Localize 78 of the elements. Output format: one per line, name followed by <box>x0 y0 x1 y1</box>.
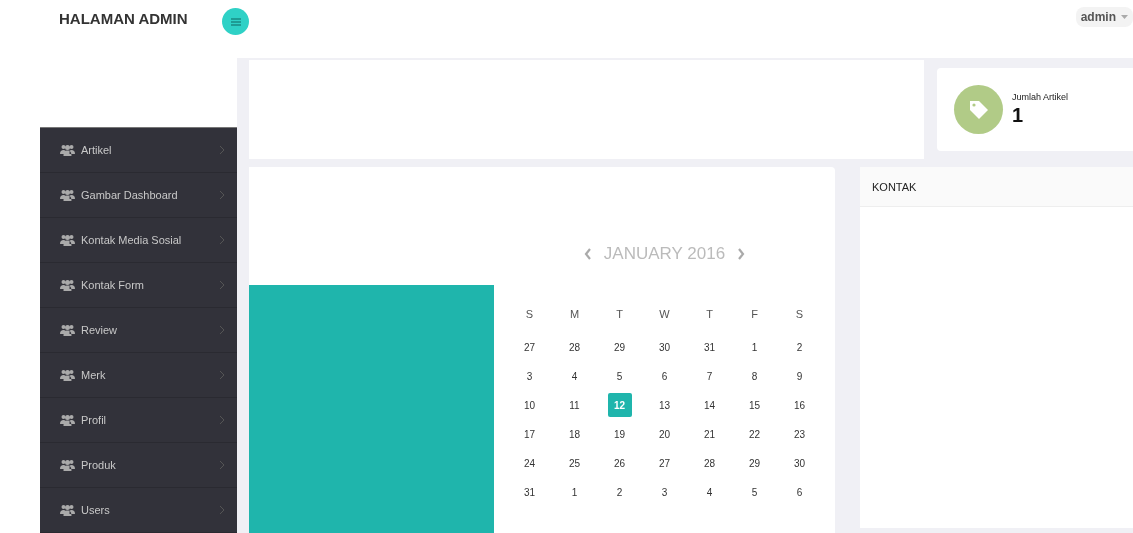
stat-value: 1 <box>1012 104 1025 127</box>
next-icon[interactable] <box>737 248 746 260</box>
stat-label: Jumlah Artikel <box>1012 92 1069 102</box>
calendar-day[interactable]: 18 <box>562 422 587 446</box>
users-icon <box>60 414 75 426</box>
weekday-label: S <box>525 308 534 322</box>
panel-title: KONTAK <box>872 180 917 193</box>
calendar-day[interactable]: 15 <box>742 393 767 417</box>
chevron-right-icon <box>219 370 225 380</box>
calendar-day[interactable]: 16 <box>787 393 812 417</box>
calendar-day[interactable]: 13 <box>652 393 677 417</box>
calendar-day[interactable]: 3 <box>517 364 542 388</box>
user-menu[interactable]: admin <box>1075 7 1133 27</box>
weekday-label: S <box>795 308 804 322</box>
users-icon <box>60 189 75 201</box>
users-icon <box>60 144 75 156</box>
caret-icon <box>1121 15 1128 19</box>
menu-toggle-button[interactable] <box>222 8 249 35</box>
calendar-day[interactable]: 10 <box>517 393 542 417</box>
weekday-label: M <box>569 308 580 322</box>
chevron-right-icon <box>219 280 225 290</box>
users-icon <box>60 279 75 291</box>
calendar-day[interactable]: 23 <box>787 422 812 446</box>
users-icon <box>60 504 75 516</box>
calendar-day[interactable]: 5 <box>607 364 632 388</box>
calendar-day[interactable]: 2 <box>787 335 812 359</box>
calendar-day[interactable]: 11 <box>562 393 587 417</box>
weekday-label: T <box>706 308 713 322</box>
users-icon <box>60 234 75 246</box>
calendar-day[interactable]: 19 <box>607 422 632 446</box>
menu-icon <box>230 17 241 26</box>
calendar-day[interactable]: 21 <box>697 422 722 446</box>
calendar-day[interactable]: 6 <box>787 480 812 504</box>
calendar-day[interactable]: 24 <box>517 451 542 475</box>
tag-icon <box>954 85 1003 134</box>
calendar-day[interactable]: 17 <box>517 422 542 446</box>
users-icon <box>60 459 75 471</box>
calendar-day[interactable]: 6 <box>652 364 677 388</box>
chevron-right-icon <box>219 145 225 155</box>
calendar-day[interactable]: 31 <box>697 335 722 359</box>
calendar-day[interactable]: 8 <box>742 364 767 388</box>
weekday-label: F <box>751 308 758 322</box>
calendar-day[interactable]: 2 <box>607 480 632 504</box>
chevron-right-icon <box>219 190 225 200</box>
calendar-day[interactable]: 30 <box>652 335 677 359</box>
month-title: JANUARY 2016 <box>603 244 726 264</box>
users-icon <box>60 369 75 381</box>
previous-icon[interactable] <box>583 248 592 260</box>
calendar-day[interactable]: 4 <box>697 480 722 504</box>
weekday-label: W <box>659 308 670 322</box>
calendar-day[interactable]: 1 <box>742 335 767 359</box>
app-title: HALAMAN ADMIN <box>59 10 189 27</box>
calendar-day[interactable]: 3 <box>652 480 677 504</box>
calendar-day[interactable]: 31 <box>517 480 542 504</box>
chevron-right-icon <box>219 460 225 470</box>
chevron-right-icon <box>219 505 225 515</box>
calendar-day[interactable]: 30 <box>787 451 812 475</box>
calendar-day[interactable]: 28 <box>562 335 587 359</box>
calendar-day[interactable]: 25 <box>562 451 587 475</box>
calendar-day[interactable]: 14 <box>697 393 722 417</box>
calendar-day[interactable]: 29 <box>607 335 632 359</box>
calendar-day[interactable]: 28 <box>697 451 722 475</box>
weekday-label: T <box>616 308 623 322</box>
calendar-day[interactable]: 1 <box>562 480 587 504</box>
calendar-day[interactable]: 22 <box>742 422 767 446</box>
calendar-day[interactable]: 5 <box>742 480 767 504</box>
chevron-right-icon <box>219 415 225 425</box>
calendar-day[interactable]: 20 <box>652 422 677 446</box>
calendar-day[interactable]: 29 <box>742 451 767 475</box>
calendar-day[interactable]: 7 <box>697 364 722 388</box>
users-icon <box>60 324 75 336</box>
calendar-day[interactable]: 9 <box>787 364 812 388</box>
chevron-right-icon <box>219 325 225 335</box>
chevron-right-icon <box>219 235 225 245</box>
calendar-day[interactable]: 27 <box>517 335 542 359</box>
calendar-day[interactable]: 26 <box>607 451 632 475</box>
calendar-day[interactable]: 4 <box>562 364 587 388</box>
calendar-day[interactable]: 27 <box>652 451 677 475</box>
